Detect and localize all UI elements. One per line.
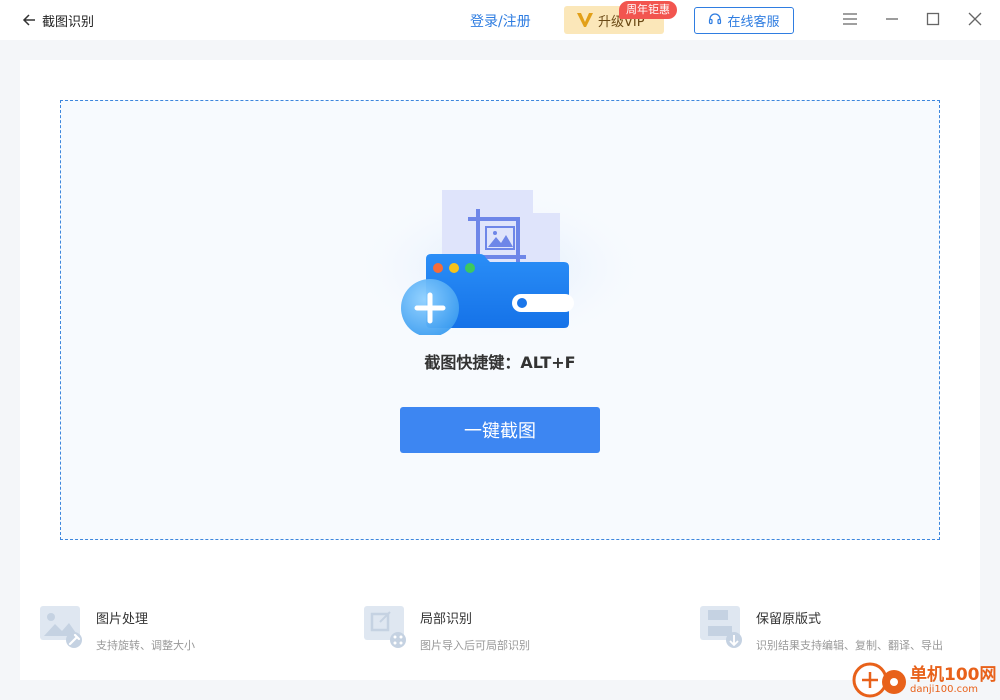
back-button[interactable]: 截图识别 [18, 9, 94, 31]
promo-badge: 周年钜惠 [619, 1, 677, 19]
vip-v-icon [576, 11, 594, 29]
close-icon [968, 11, 982, 30]
feature-desc: 图片导入后可局部识别 [420, 639, 530, 652]
service-label: 在线客服 [727, 15, 780, 30]
arrow-left-icon [18, 9, 40, 31]
capture-screenshot-button[interactable]: 一键截图 [400, 407, 600, 453]
menu-icon [842, 11, 858, 30]
feature-name: 图片处理 [96, 612, 149, 627]
title-bar: 截图识别 登录/注册 升级VIP 周年钜惠 在线客服 [0, 0, 1000, 40]
maximize-icon [926, 11, 940, 30]
page-title: 截图识别 [42, 14, 95, 30]
feature-name: 保留原版式 [756, 612, 822, 627]
headset-icon [708, 11, 722, 30]
feature-name: 局部识别 [420, 612, 473, 627]
minimize-icon [885, 11, 899, 30]
online-service-button[interactable]: 在线客服 [694, 7, 794, 34]
maximize-button[interactable] [921, 8, 945, 32]
feature-partial-recognition: 局部识别 图片导入后可局部识别 [364, 604, 530, 653]
login-register-link[interactable]: 登录/注册 [470, 11, 531, 31]
watermark-url: danji100.com [910, 684, 978, 695]
minimize-button[interactable] [880, 8, 904, 32]
watermark-brand: 单机100网 [910, 665, 997, 685]
feature-desc: 识别结果支持编辑、复制、翻译、导出 [756, 639, 943, 652]
save-icon [700, 604, 744, 648]
hotkey-hint: 截图快捷键：ALT+F [424, 353, 576, 372]
feature-image-processing: 图片处理 支持旋转、调整大小 [40, 604, 195, 653]
feature-desc: 支持旋转、调整大小 [96, 639, 195, 652]
crop-icon [364, 604, 408, 648]
close-button[interactable] [963, 8, 987, 32]
screenshot-illustration [350, 175, 650, 340]
image-edit-icon [40, 604, 84, 648]
watermark-logo-icon [852, 662, 906, 698]
feature-keep-layout: 保留原版式 识别结果支持编辑、复制、翻译、导出 [700, 604, 943, 653]
menu-button[interactable] [838, 8, 862, 32]
site-watermark: 单机100网 danji100.com [850, 660, 1000, 700]
